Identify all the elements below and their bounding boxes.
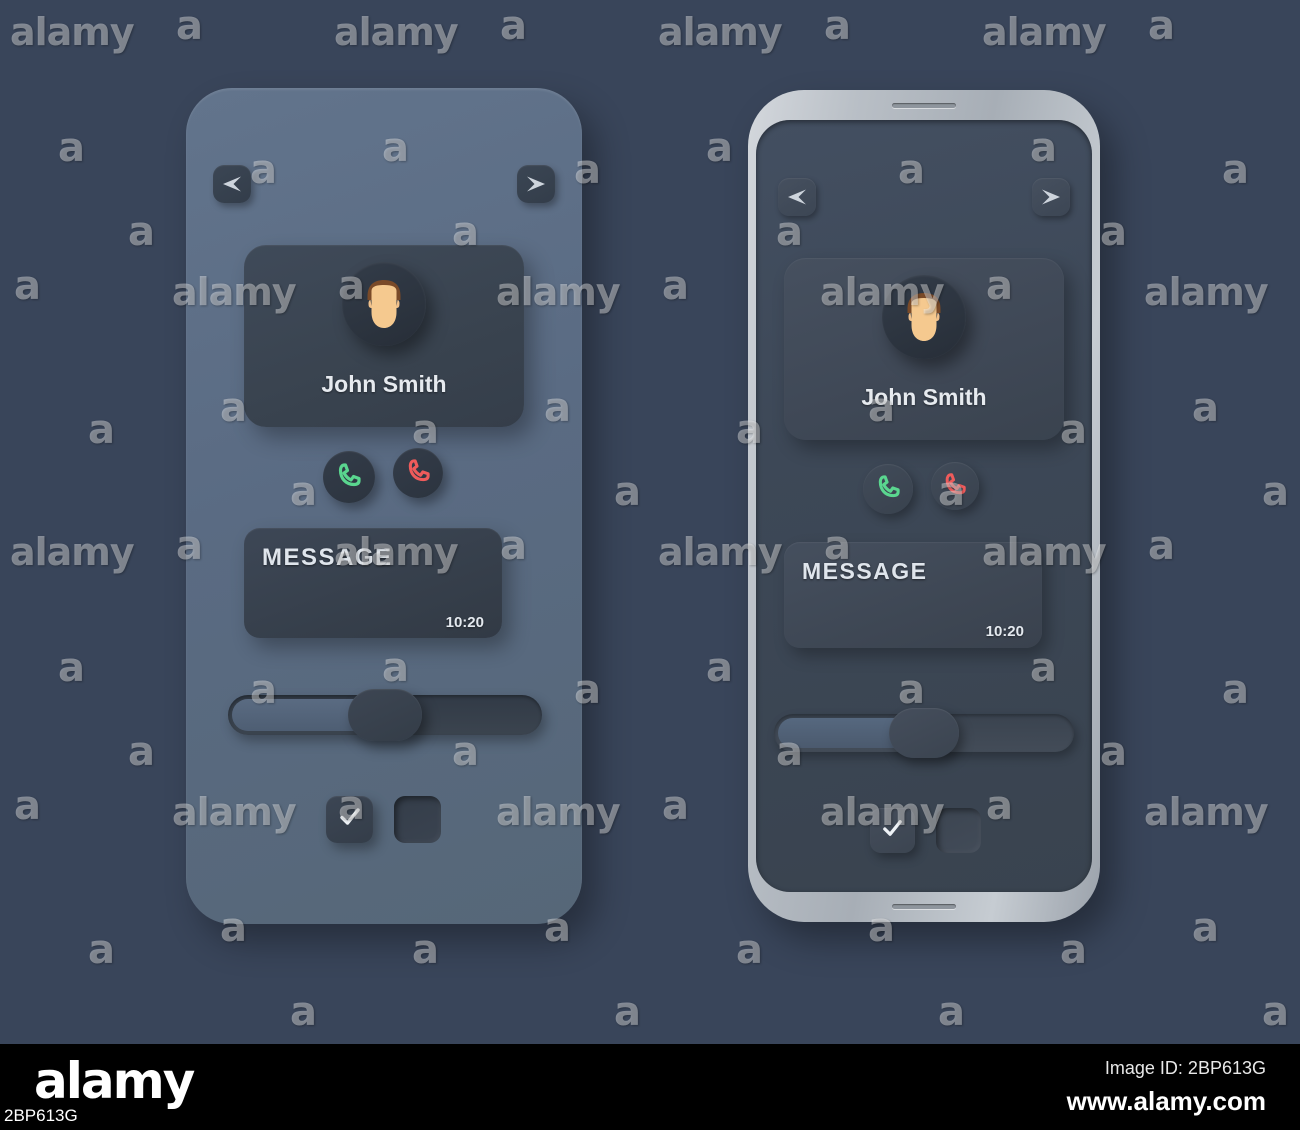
avatar[interactable]	[882, 275, 966, 359]
watermark-letter: a	[128, 729, 155, 775]
stock-photo-canvas: John Smith MESSAGE 10:20 John Smith MESS…	[0, 0, 1300, 1044]
watermark-letter: a	[1222, 667, 1249, 713]
forward-button-device[interactable]	[1032, 178, 1070, 216]
checkbox-checked-flat[interactable]	[326, 796, 373, 843]
watermark-letter: a	[58, 125, 85, 171]
watermark-word: alamy	[334, 10, 459, 54]
watermark-word: alamy	[10, 10, 135, 54]
message-title: MESSAGE	[262, 544, 393, 571]
back-button-device[interactable]	[778, 178, 816, 216]
watermark-letter: a	[1262, 469, 1289, 515]
forward-arrow-icon	[1040, 188, 1062, 206]
user-avatar-icon	[342, 262, 426, 346]
footer-image-id-label: Image ID: 2BP613G	[1104, 1058, 1266, 1078]
user-avatar-icon	[882, 275, 966, 359]
phone-mockup-device: John Smith MESSAGE 10:20	[748, 90, 1100, 922]
contact-name: John Smith	[861, 384, 987, 410]
message-card-flat[interactable]: MESSAGE 10:20	[244, 528, 502, 638]
home-slot-icon	[892, 904, 956, 909]
contact-card-flat[interactable]: John Smith	[244, 245, 524, 427]
checkbox-checked-device[interactable]	[870, 808, 915, 853]
back-button-flat[interactable]	[213, 165, 251, 203]
watermark-word: alamy	[658, 10, 783, 54]
alamy-logo: alamy	[34, 1052, 195, 1110]
message-time: 10:20	[985, 623, 1024, 640]
watermark-letter: a	[662, 783, 689, 829]
watermark-letter: a	[290, 989, 317, 1035]
watermark-letter: a	[412, 927, 439, 973]
phone-answer-icon	[876, 474, 901, 504]
watermark-letter: a	[1100, 209, 1127, 255]
message-title: MESSAGE	[802, 558, 928, 584]
contact-name: John Smith	[321, 371, 447, 397]
answer-call-button-device[interactable]	[863, 464, 913, 514]
check-icon	[337, 804, 363, 835]
avatar[interactable]	[342, 262, 426, 346]
watermark-letter: a	[88, 927, 115, 973]
watermark-letter: a	[1192, 905, 1219, 951]
slider-device[interactable]	[774, 708, 1074, 758]
message-card-device[interactable]: MESSAGE 10:20	[784, 542, 1042, 648]
alamy-footer-bar: alamy 2BP613G Image ID: 2BP613G www.alam…	[0, 1044, 1300, 1130]
watermark-word: alamy	[1144, 790, 1269, 834]
watermark-letter: a	[14, 263, 41, 309]
watermark-letter: a	[614, 469, 641, 515]
back-arrow-icon	[786, 188, 808, 206]
watermark-letter: a	[736, 927, 763, 973]
watermark-letter: a	[1262, 989, 1289, 1035]
slider-flat[interactable]	[228, 689, 542, 741]
watermark-letter: a	[1100, 729, 1127, 775]
watermark-letter: a	[1192, 385, 1219, 431]
phone-mockup-flat: John Smith MESSAGE 10:20	[186, 88, 582, 924]
watermark-letter: a	[88, 407, 115, 453]
check-icon	[880, 816, 905, 846]
checkbox-unchecked-device[interactable]	[936, 808, 981, 853]
watermark-letter: a	[1148, 3, 1175, 49]
watermark-letter: a	[1222, 147, 1249, 193]
footer-website-url: www.alamy.com	[1066, 1086, 1266, 1116]
phone-decline-icon	[943, 472, 967, 501]
watermark-letter: a	[614, 989, 641, 1035]
watermark-letter: a	[176, 3, 203, 49]
watermark-letter: a	[1148, 523, 1175, 569]
footer-image-code: 2BP613G	[4, 1106, 78, 1125]
watermark-word: alamy	[982, 10, 1107, 54]
checkbox-unchecked-flat[interactable]	[394, 796, 441, 843]
watermark-letter: a	[706, 645, 733, 691]
watermark-letter: a	[706, 125, 733, 171]
watermark-letter: a	[1060, 927, 1087, 973]
message-time: 10:20	[445, 614, 484, 631]
watermark-letter: a	[14, 783, 41, 829]
watermark-letter: a	[824, 3, 851, 49]
speaker-slot-icon	[892, 103, 956, 108]
watermark-letter: a	[58, 645, 85, 691]
phone-answer-icon	[336, 462, 362, 493]
back-arrow-icon	[221, 175, 243, 193]
forward-button-flat[interactable]	[517, 165, 555, 203]
decline-call-button-flat[interactable]	[393, 448, 443, 498]
device-screen: John Smith MESSAGE 10:20	[756, 120, 1092, 892]
answer-call-button-flat[interactable]	[323, 451, 375, 503]
slider-thumb[interactable]	[348, 689, 422, 741]
slider-thumb[interactable]	[889, 708, 959, 758]
contact-card-device[interactable]: John Smith	[784, 258, 1064, 440]
phone-decline-icon	[406, 458, 431, 488]
watermark-letter: a	[662, 263, 689, 309]
watermark-letter: a	[128, 209, 155, 255]
forward-arrow-icon	[525, 175, 547, 193]
watermark-letter: a	[938, 989, 965, 1035]
screen-content-flat: John Smith MESSAGE 10:20	[186, 88, 582, 924]
decline-call-button-device[interactable]	[931, 462, 979, 510]
watermark-word: alamy	[1144, 270, 1269, 314]
watermark-word: alamy	[10, 530, 135, 574]
watermark-letter: a	[500, 3, 527, 49]
screen-content-device: John Smith MESSAGE 10:20	[756, 120, 1092, 892]
